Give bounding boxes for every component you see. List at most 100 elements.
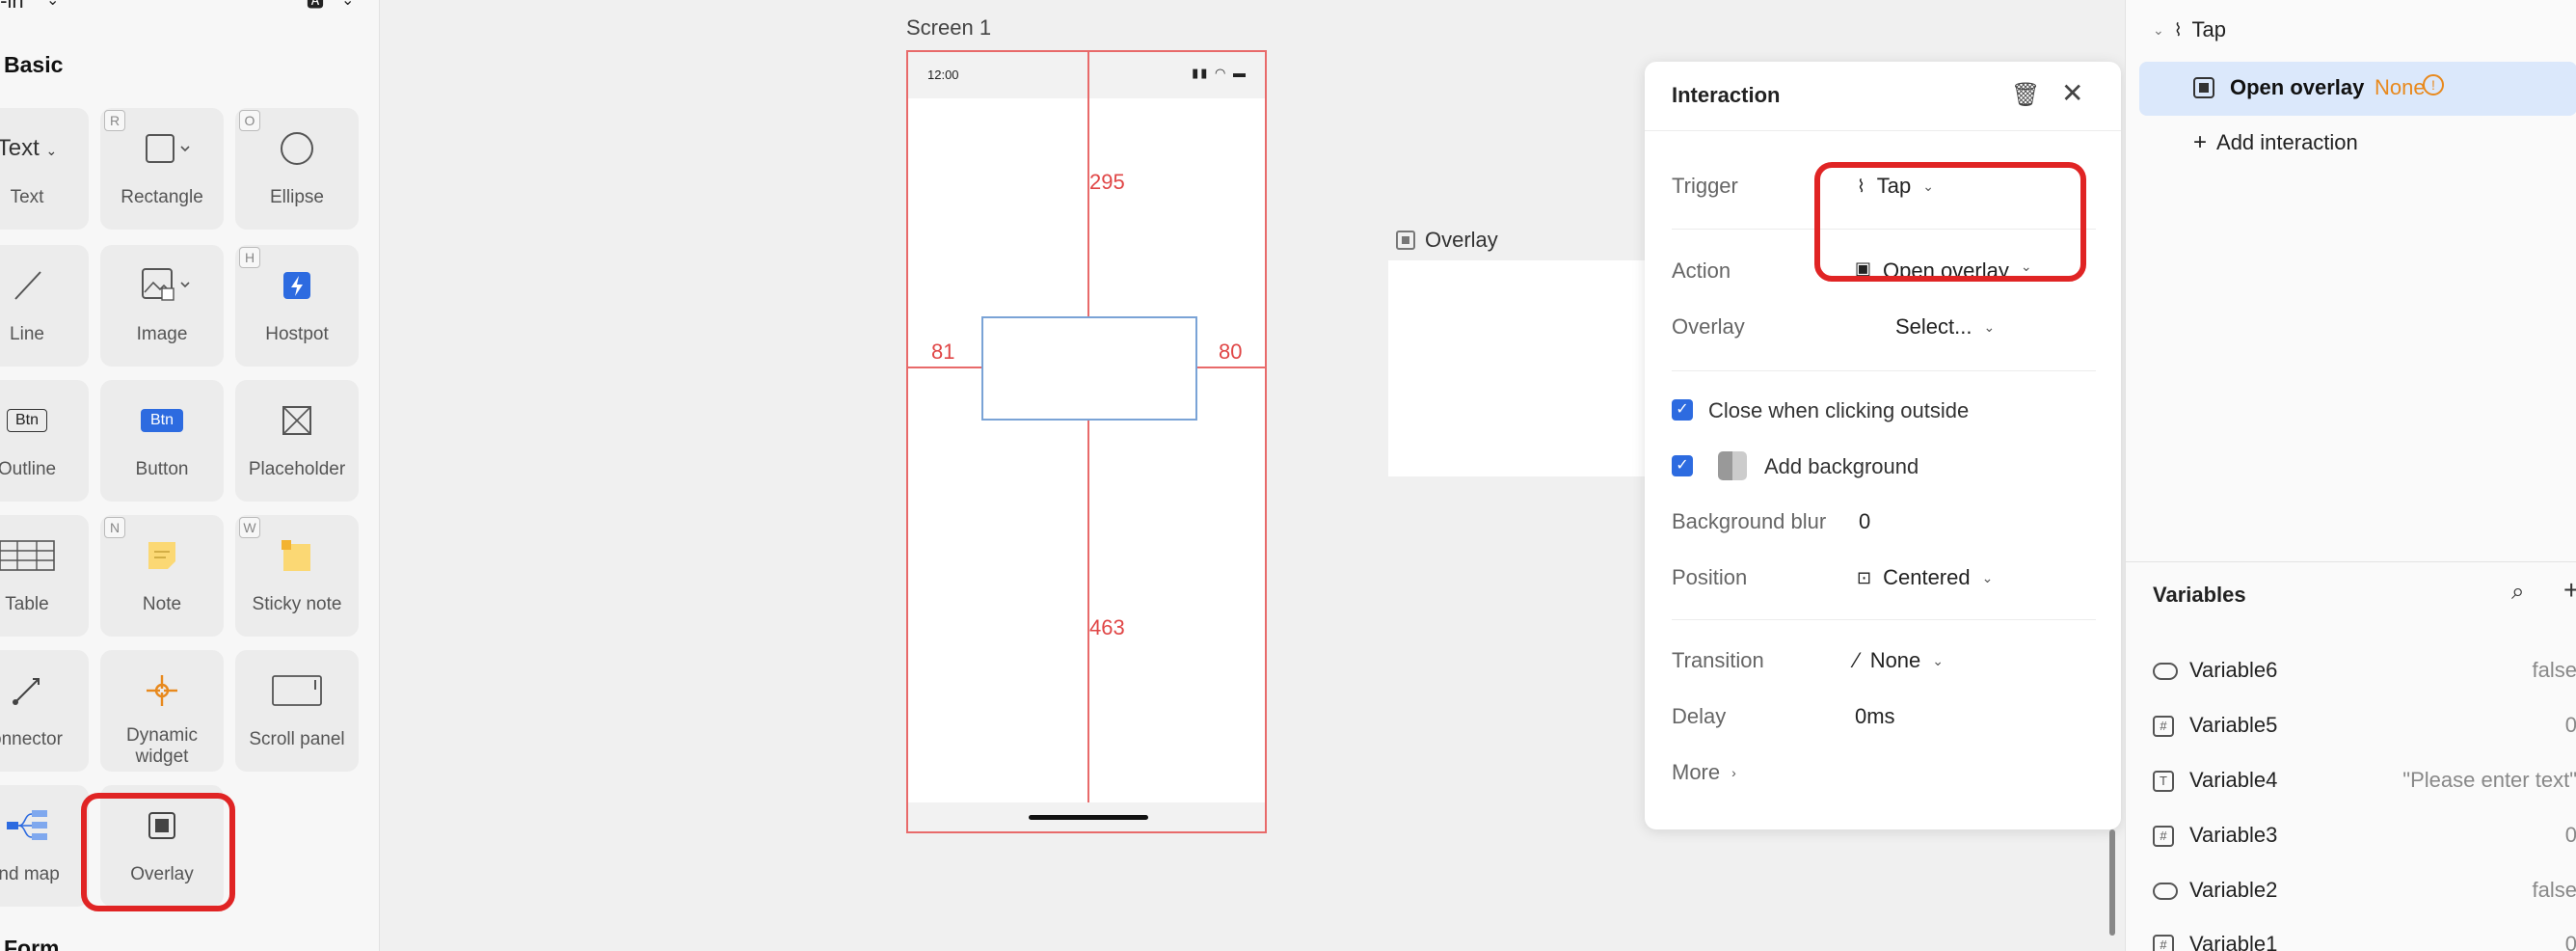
tile-ellipse[interactable]: O Ellipse — [235, 108, 359, 230]
canvas-scrollbar[interactable] — [2109, 829, 2115, 936]
variable-name: Variable2 — [2189, 878, 2278, 902]
position-value: Centered — [1883, 565, 1971, 589]
close-outside-checkbox[interactable]: ✓ — [1672, 399, 1693, 421]
tile-rectangle[interactable]: R Rectangle — [100, 108, 224, 230]
phone-frame[interactable]: 12:00 ▮▮ ◠ ▬ 295 81 80 463 — [906, 50, 1267, 833]
text-icon: Text ⌄ — [0, 135, 58, 161]
tile-label: onnector — [0, 729, 63, 749]
tile-label: Outline — [0, 459, 57, 479]
delay-label: Delay — [1672, 704, 1727, 728]
dim-bottom: 463 — [1089, 615, 1125, 639]
tile-scroll-panel[interactable]: Scroll panel — [235, 650, 359, 772]
add-background-label: Add background — [1764, 454, 1919, 478]
lightning-icon — [235, 264, 359, 307]
variable-name: Variable3 — [2189, 823, 2278, 847]
highlight-overlay-tile — [81, 793, 235, 911]
chevron-down-icon[interactable]: ⌄ — [341, 0, 354, 9]
variable-row[interactable]: Variable2 false — [2153, 876, 2576, 909]
trash-icon[interactable]: 🗑 — [2011, 81, 2040, 109]
variable-value: 0 — [2564, 932, 2576, 951]
tile-label: Image — [136, 324, 188, 344]
guide-left — [908, 367, 981, 368]
tile-label: Note — [142, 594, 182, 614]
tile-hotspot[interactable]: H Hostpot — [235, 245, 359, 367]
divider — [2126, 561, 2576, 562]
tile-label: Ellipse — [270, 187, 324, 207]
action-label: Action — [1672, 258, 1731, 283]
right-panel: ⌄ ⌇ Tap Open overlay None ! + Add intera… — [2125, 0, 2576, 951]
line-icon — [0, 264, 89, 307]
close-outside-label: Close when clicking outside — [1708, 398, 1970, 422]
variable-row[interactable]: Variable6 false — [2153, 656, 2576, 689]
transition-value: None — [1869, 648, 1921, 672]
tile-label: Line — [10, 324, 44, 344]
note-icon — [100, 534, 224, 577]
transition-select[interactable]: ⁄ None ⌄ — [1855, 648, 1944, 673]
selected-element[interactable] — [981, 316, 1197, 421]
overlay-value: Select... — [1895, 314, 1972, 339]
centered-icon: ⊡ — [1857, 567, 1872, 587]
plus-icon: + — [2193, 129, 2208, 155]
screen-label[interactable]: Screen 1 — [906, 15, 991, 41]
tile-text[interactable]: Text ⌄ Text — [0, 108, 89, 230]
variable-row[interactable]: # Variable1 0 — [2153, 930, 2576, 951]
variable-value: false — [2532, 658, 2576, 682]
chevron-down-icon: ⌄ — [1981, 569, 1994, 585]
variable-value: "Please enter text" — [2402, 768, 2576, 792]
hash-icon: # — [2153, 935, 2174, 951]
tile-placeholder[interactable]: Placeholder — [235, 380, 359, 502]
library-selector[interactable]: t-in ⌄ 🅰 ⌄ — [0, 0, 380, 14]
variable-name: Variable1 — [2189, 932, 2278, 951]
tap-trigger-row[interactable]: ⌄ ⌇ Tap — [2153, 17, 2226, 42]
hash-icon: # — [2153, 716, 2174, 737]
overlay-frame-title: Overlay — [1425, 228, 1498, 252]
rectangle-icon — [100, 127, 224, 170]
tile-outline[interactable]: Btn Outline — [0, 380, 89, 502]
add-interaction-button[interactable]: + Add interaction — [2193, 129, 2358, 156]
more-button[interactable]: More › — [1672, 760, 1736, 785]
overlay-frame[interactable] — [1388, 260, 1649, 476]
delay-input[interactable]: 0ms — [1855, 704, 1895, 729]
image-icon — [100, 264, 224, 307]
connector-icon — [0, 669, 89, 712]
variable-row[interactable]: # Variable3 0 — [2153, 821, 2576, 854]
background-swatch[interactable] — [1718, 451, 1747, 480]
search-icon[interactable]: ⌕ — [2511, 579, 2524, 606]
component-library-panel: t-in ⌄ 🅰 ⌄ Basic Text ⌄ Text R Rectangle… — [0, 0, 380, 951]
font-icon[interactable]: 🅰 — [307, 0, 324, 10]
bg-blur-input[interactable]: 0 — [1859, 509, 1870, 534]
tile-connector[interactable]: onnector — [0, 650, 89, 772]
add-variable-icon[interactable]: + — [2563, 575, 2576, 606]
tile-label: Scroll panel — [249, 729, 345, 749]
section-basic-title: Basic — [4, 52, 64, 77]
tile-label: Placeholder — [248, 459, 346, 479]
tile-sticky-note[interactable]: W Sticky note — [235, 515, 359, 637]
tile-label: Button — [135, 459, 189, 479]
tile-button[interactable]: Btn Button — [100, 380, 224, 502]
tile-table[interactable]: Table — [0, 515, 89, 637]
dynamic-widget-icon — [100, 669, 224, 712]
button-btn-text: Btn — [140, 409, 183, 432]
section-form-title: Form — [4, 936, 60, 951]
variable-row[interactable]: # Variable5 0 — [2153, 711, 2576, 744]
tile-line[interactable]: Line — [0, 245, 89, 367]
position-select[interactable]: ⊡ Centered ⌄ — [1857, 565, 1993, 590]
warning-icon: ! — [2423, 74, 2444, 95]
close-icon[interactable]: ✕ — [2061, 77, 2083, 109]
add-interaction-label: Add interaction — [2216, 130, 2358, 154]
tile-note[interactable]: N Note — [100, 515, 224, 637]
add-background-checkbox[interactable]: ✓ — [1672, 455, 1693, 476]
tile-mind-map[interactable]: ind map — [0, 785, 89, 907]
status-bar: 12:00 ▮▮ ◠ ▬ — [908, 52, 1265, 98]
tile-dynamic-widget[interactable]: Dynamic widget — [100, 650, 224, 772]
variable-name: Variable4 — [2189, 768, 2278, 792]
placeholder-icon — [235, 399, 359, 442]
variable-row[interactable]: T Variable4 "Please enter text" — [2153, 766, 2576, 799]
tile-image[interactable]: Image — [100, 245, 224, 367]
toggle-icon — [2153, 663, 2178, 680]
overlay-frame-label[interactable]: Overlay — [1396, 228, 1498, 253]
open-overlay-row[interactable]: Open overlay None ! — [2139, 62, 2576, 116]
open-overlay-label: Open overlay — [2230, 75, 2365, 99]
app-root: t-in ⌄ 🅰 ⌄ Basic Text ⌄ Text R Rectangle… — [0, 0, 2576, 951]
overlay-select[interactable]: Select... ⌄ — [1895, 314, 1995, 340]
